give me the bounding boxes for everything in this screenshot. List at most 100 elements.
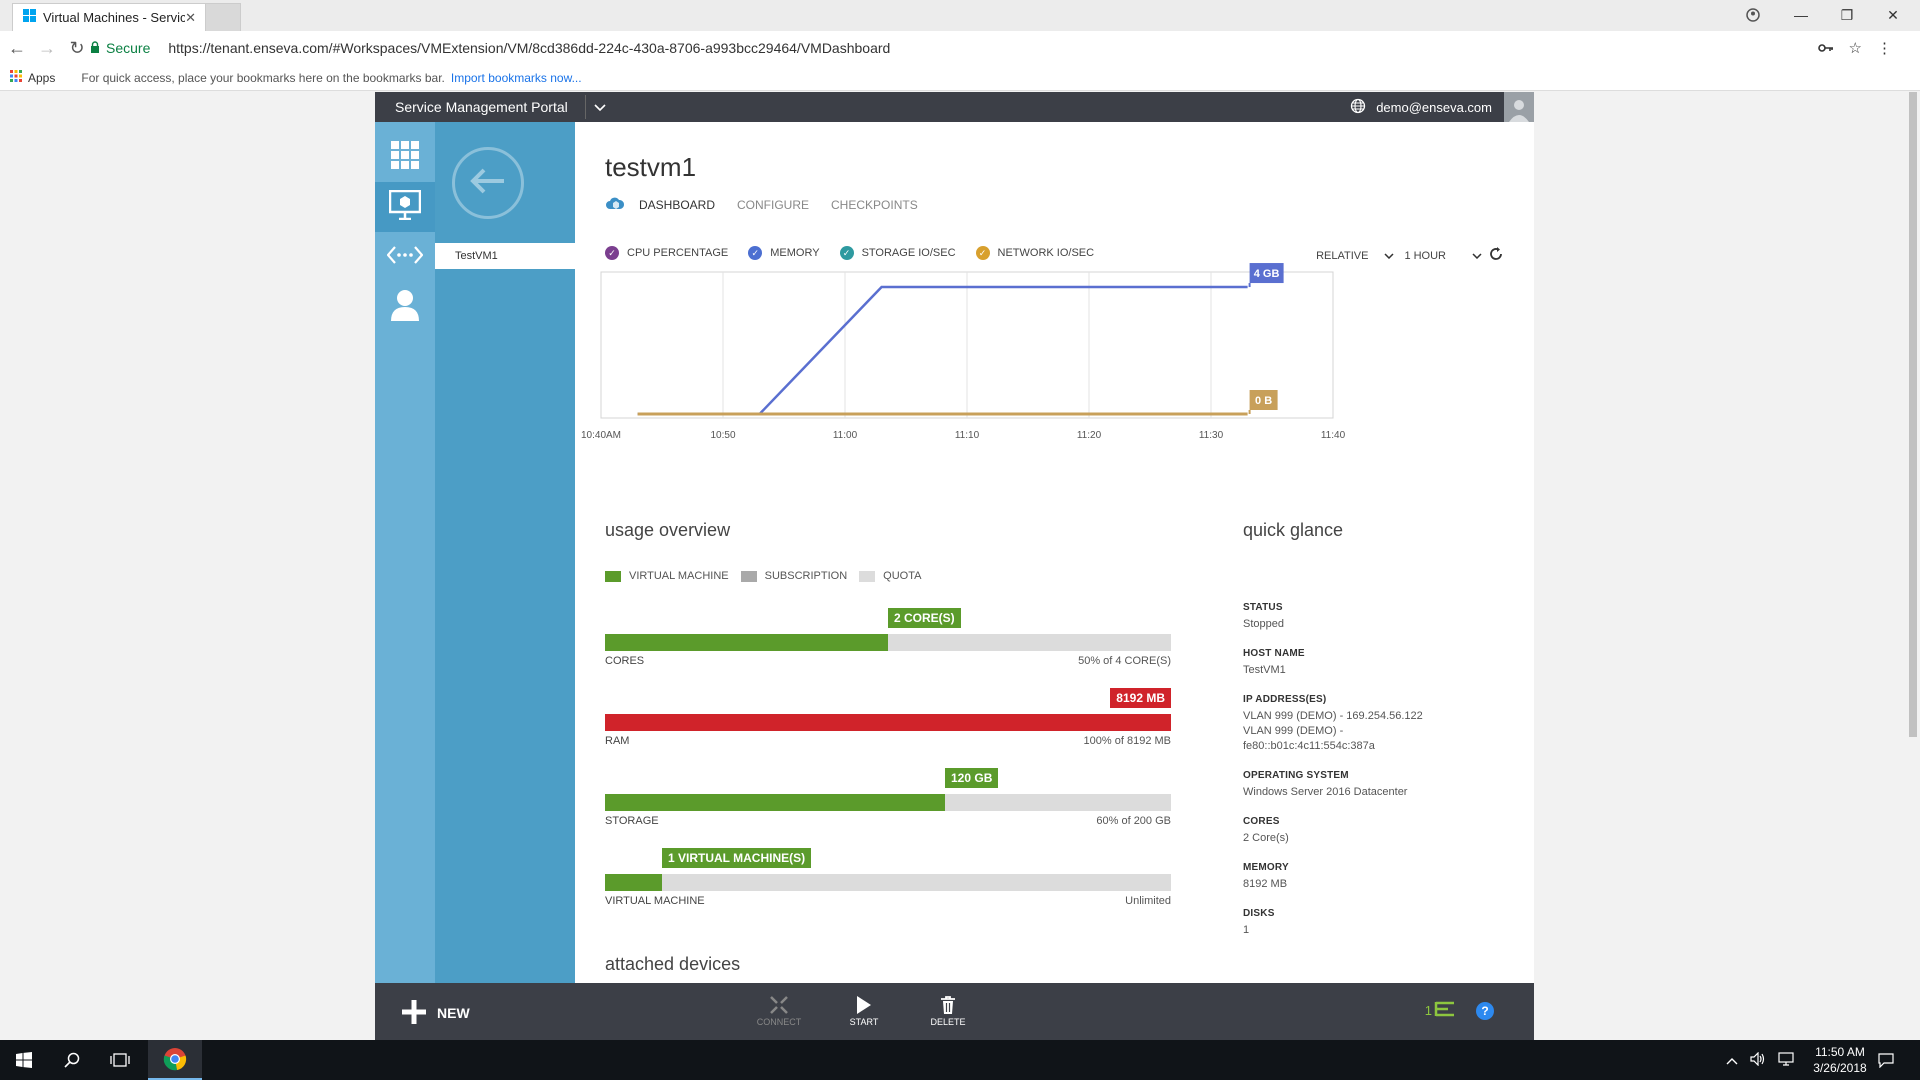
nav-virtual-machines[interactable] <box>375 182 435 232</box>
legend-label: STORAGE IO/SEC <box>861 247 956 259</box>
close-window-icon[interactable]: ✕ <box>1870 0 1916 30</box>
usage-bar-tag: 8192 MB <box>1110 688 1171 708</box>
minimize-icon[interactable]: — <box>1778 0 1824 30</box>
ip-line: fe80::b01c:4c11:554c:387a <box>1243 740 1375 752</box>
help-icon[interactable]: ? <box>1476 1001 1494 1020</box>
url-text[interactable]: https://tenant.enseva.com/#Workspaces/VM… <box>168 40 890 56</box>
address-bar[interactable]: Secure https://tenant.enseva.com/#Worksp… <box>90 34 1900 61</box>
portal-header: Service Management Portal demo@enseva.co… <box>375 92 1534 122</box>
glance-value: Stopped <box>1243 618 1284 630</box>
command-bar: NEW CONNECT START DELETE 1 ? <box>375 983 1534 1040</box>
quick-glance: STATUS Stopped HOST NAME TestVM1 IP ADDR… <box>1243 602 1503 954</box>
notifications-list-icon[interactable] <box>1434 1000 1456 1021</box>
restore-icon[interactable]: ❐ <box>1824 0 1870 30</box>
page-scrollbar[interactable] <box>1909 92 1917 737</box>
new-tab-button[interactable] <box>205 3 241 31</box>
profile-icon[interactable] <box>1730 0 1776 30</box>
usage-bar-storage: 120 GB STORAGE 60% of 200 GB <box>605 768 1171 828</box>
chart-end-label: 4 GB <box>1254 268 1280 280</box>
search-icon[interactable] <box>48 1040 96 1080</box>
chevron-up-icon[interactable] <box>1726 1053 1738 1068</box>
user-area[interactable]: demo@enseva.com <box>1350 92 1534 122</box>
glance-value: TestVM1 <box>1243 664 1286 676</box>
arrow-left-icon <box>468 166 508 201</box>
usage-bar-fill <box>605 714 1171 731</box>
legend-swatch <box>740 570 757 582</box>
glance-label: CORES <box>1243 816 1280 827</box>
volume-icon[interactable] <box>1750 1051 1766 1069</box>
legend-swatch <box>859 570 876 582</box>
usage-bar-fill <box>605 794 945 811</box>
back-icon[interactable]: ← <box>2 33 32 63</box>
connect-button[interactable]: CONNECT <box>749 993 809 1027</box>
tab-dashboard[interactable]: DASHBOARD <box>639 198 715 212</box>
tab-configure[interactable]: CONFIGURE <box>737 198 809 212</box>
chart-x-tick-label: 11:20 <box>1077 430 1102 441</box>
task-view-icon[interactable] <box>96 1040 144 1080</box>
legend-network[interactable]: ✓ NETWORK IO/SEC <box>975 246 1095 260</box>
new-button[interactable]: NEW <box>401 999 470 1026</box>
avatar[interactable] <box>1504 92 1534 122</box>
action-center-icon[interactable] <box>1862 1040 1910 1080</box>
browser-toolbar: ← → ↻ Secure https://tenant.enseva.com/#… <box>0 31 1920 65</box>
windows-taskbar: 11:50 AM 3/26/2018 <box>0 1040 1920 1080</box>
range-select[interactable]: 1 HOUR <box>1404 250 1484 262</box>
usage-bar-tag: 2 CORE(S) <box>888 608 961 628</box>
menu-dots-icon[interactable]: ⋮ <box>1877 39 1892 57</box>
chart-x-tick-label: 11:40 <box>1321 430 1346 441</box>
chrome-taskbar-icon[interactable] <box>148 1040 202 1080</box>
apps-label[interactable]: Apps <box>28 71 55 85</box>
portal-dropdown-button[interactable] <box>585 95 613 119</box>
user-email[interactable]: demo@enseva.com <box>1376 100 1492 115</box>
relative-select[interactable]: RELATIVE <box>1316 250 1404 262</box>
monitor-icon <box>388 189 422 225</box>
back-button[interactable] <box>452 147 524 219</box>
sub-nav: TestVM1 <box>435 122 575 992</box>
legend-storage[interactable]: ✓ STORAGE IO/SEC <box>839 246 956 260</box>
chart-x-tick-label: 11:10 <box>955 430 980 441</box>
browser-tab-title: Virtual Machines - Servic <box>43 10 186 25</box>
network-icon <box>386 245 424 270</box>
star-icon[interactable]: ☆ <box>1849 39 1862 57</box>
subnav-item-testvm1[interactable]: TestVM1 <box>435 243 575 269</box>
nav-networks[interactable] <box>375 232 435 282</box>
nav-all-items[interactable] <box>375 132 435 182</box>
legend-memory[interactable]: ✓ MEMORY <box>748 246 820 260</box>
glance-disks: DISKS 1 <box>1243 908 1503 938</box>
apps-grid-icon[interactable] <box>10 70 22 85</box>
tab-checkpoints[interactable]: CHECKPOINTS <box>831 198 918 212</box>
legend-label: SUBSCRIPTION <box>764 570 848 582</box>
ip-line: VLAN 999 (DEMO) - 169.254.56.122 <box>1243 710 1423 722</box>
legend-label: NETWORK IO/SEC <box>997 247 1095 259</box>
start-button[interactable]: START <box>834 993 894 1027</box>
chevron-down-icon <box>593 99 606 115</box>
chart-x-tick-label: 10:50 <box>710 430 735 441</box>
legend-cpu[interactable]: ✓ CPU PERCENTAGE <box>605 246 728 260</box>
glance-value: VLAN 999 (DEMO) - 169.254.56.122 VLAN 99… <box>1243 709 1503 754</box>
delete-button[interactable]: DELETE <box>918 993 978 1027</box>
browser-tab-active[interactable]: Virtual Machines - Servic ✕ <box>12 3 207 31</box>
start-icon[interactable] <box>0 1040 48 1080</box>
glance-memory: MEMORY 8192 MB <box>1243 862 1503 892</box>
glance-value: Windows Server 2016 Datacenter <box>1243 786 1408 798</box>
nav-my-account[interactable] <box>375 282 435 332</box>
key-icon[interactable] <box>1818 40 1834 56</box>
network-tray-icon[interactable] <box>1778 1051 1796 1069</box>
usage-bar-cores: 2 CORE(S) CORES 50% of 4 CORE(S) <box>605 608 1171 668</box>
glance-ip-addresses: IP ADDRESS(ES) VLAN 999 (DEMO) - 169.254… <box>1243 694 1503 754</box>
import-bookmarks-link[interactable]: Import bookmarks now... <box>451 71 582 85</box>
tab-close-icon[interactable]: ✕ <box>185 10 196 26</box>
usage-bar-label: CORES <box>605 655 645 667</box>
globe-icon[interactable] <box>1350 98 1366 117</box>
notifications-count[interactable]: 1 <box>1425 1003 1432 1018</box>
forward-icon[interactable]: → <box>32 33 62 63</box>
attached-devices-title: attached devices <box>605 954 741 974</box>
chart-x-tick-label: 11:00 <box>833 430 858 441</box>
portal-title[interactable]: Service Management Portal <box>395 99 568 115</box>
glance-host-name: HOST NAME TestVM1 <box>1243 648 1503 678</box>
checkmark-icon: ✓ <box>605 246 619 260</box>
usage-legend: VIRTUAL MACHINE SUBSCRIPTION QUOTA <box>605 570 933 582</box>
range-label: 1 HOUR <box>1404 249 1446 262</box>
chevron-down-icon <box>1472 250 1482 262</box>
reload-icon[interactable]: ↻ <box>62 33 92 63</box>
